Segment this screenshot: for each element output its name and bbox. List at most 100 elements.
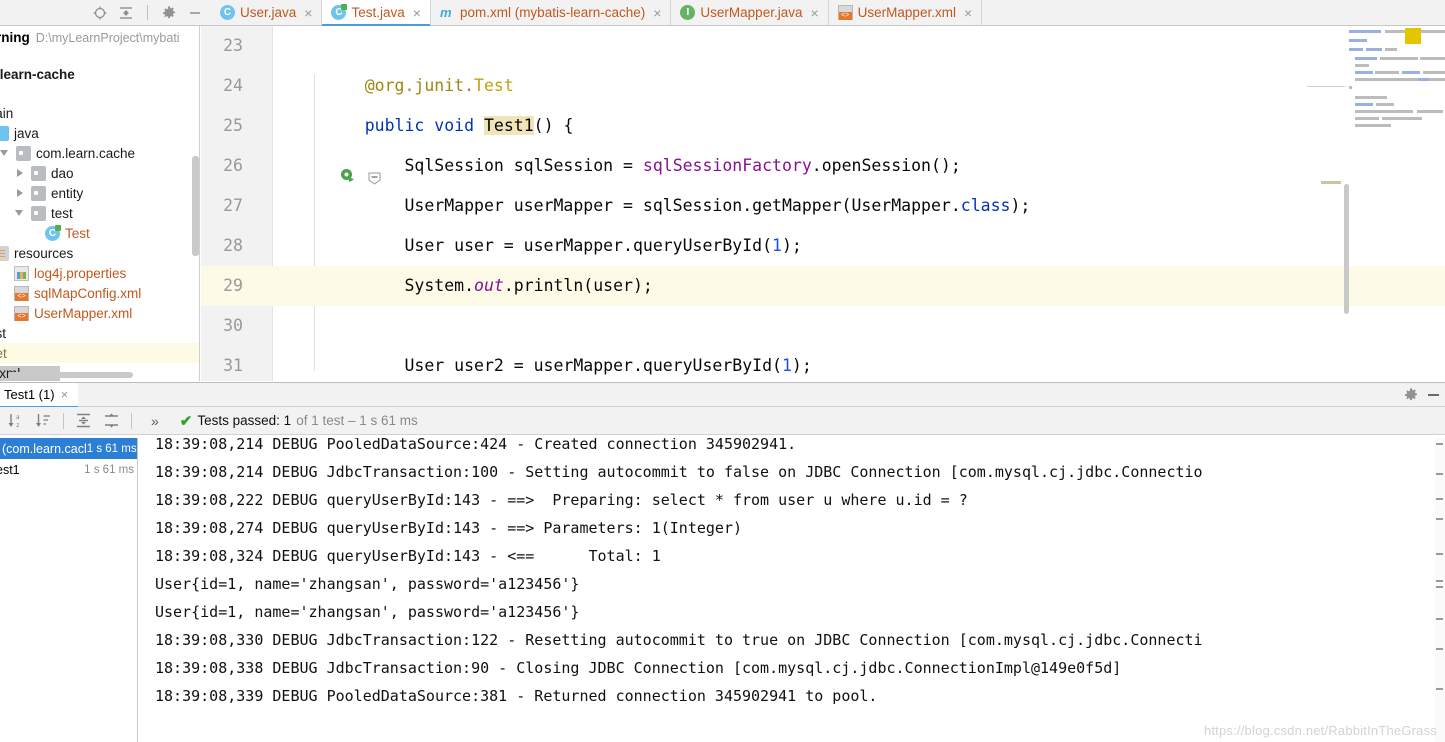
code-line: 28 User user = userMapper.queryUserById(… [201, 226, 1445, 266]
ide-window: C User.java × C Test.java × m pom.xml (m… [0, 0, 1445, 742]
tree-item-resources[interactable]: resources [0, 243, 199, 263]
editor-tab-user-java[interactable]: C User.java × [211, 0, 323, 25]
properties-file-icon [14, 265, 29, 281]
sort-alphabetically-icon[interactable]: az [7, 412, 24, 429]
folder-java-icon [0, 125, 9, 141]
tree-item-log4j-properties[interactable]: log4j.properties [0, 263, 199, 283]
tree-item-test-root[interactable]: est [0, 323, 199, 343]
tree-item-usermapper-xml[interactable]: UserMapper.xml [0, 303, 199, 323]
run-test-icon[interactable] [241, 118, 355, 182]
java-test-class-icon: C [331, 4, 348, 20]
editor-change-marker [1307, 86, 1345, 87]
java-class-icon: C [220, 5, 235, 20]
close-icon[interactable]: × [810, 5, 818, 21]
console-line: 18:39:08,214 DEBUG JdbcTransaction:100 -… [155, 463, 1203, 481]
watermark-text: https://blog.csdn.net/RabbitInTheGrass [1203, 723, 1437, 738]
chevron-right-icon[interactable] [15, 188, 26, 199]
console-output[interactable]: 18:39:07,792 DEBUG JdbcTransaction:136 -… [139, 438, 1445, 742]
console-marker [1436, 553, 1443, 555]
tree-item-com-learn-cache[interactable]: com.learn.cache [0, 143, 199, 163]
project-tree-panel[interactable]: earning D:\myLearnProject\mybati is-lear… [0, 26, 200, 381]
line-number: 30 [223, 316, 243, 335]
sort-by-duration-icon[interactable] [35, 412, 52, 429]
console-line: User{id=1, name='zhangsan', password='a1… [155, 603, 580, 621]
close-icon[interactable]: × [653, 5, 661, 21]
run-tab-test1[interactable]: Test1 (1) × [0, 382, 79, 408]
xml-file-icon [837, 5, 853, 20]
svg-text:z: z [16, 422, 20, 429]
tree-item-label: est [0, 325, 7, 341]
code-text: @org.junit.Test [364, 76, 514, 95]
tree-item-module[interactable]: is-learn-cache [0, 64, 199, 84]
expand-all-icon[interactable] [75, 412, 92, 429]
code-editor[interactable]: 23 24 @org.junit.Test 25 public void Tes… [201, 26, 1445, 381]
project-header: earning D:\myLearnProject\mybati [0, 26, 199, 48]
fold-marker-icon[interactable] [269, 120, 381, 185]
run-tab-bar: Test1 (1) × [0, 382, 1445, 408]
chevron-down-icon[interactable] [15, 208, 26, 219]
tree-item-sqlmapconfig-xml[interactable]: sqlMapConfig.xml [0, 283, 199, 303]
editor-tab-usermapper-java[interactable]: I UserMapper.java × [671, 0, 829, 25]
console-line: 18:39:08,339 DEBUG PooledDataSource:381 … [155, 687, 878, 705]
sidebar-vertical-scrollbar[interactable] [192, 156, 199, 256]
tree-item-dao[interactable]: dao [0, 163, 199, 183]
tab-label: User.java [240, 5, 297, 20]
minimize-icon[interactable] [187, 5, 203, 21]
toolbar-divider [147, 5, 148, 20]
locate-icon[interactable] [92, 5, 108, 21]
tree-item-main[interactable]: main [0, 103, 199, 123]
editor-warning-marker[interactable] [1405, 28, 1421, 44]
test-tree-row[interactable]: est1 1 s 61 ms [0, 459, 137, 480]
console-marker [1436, 688, 1443, 690]
test-results-tree[interactable]: (com.learn.cacl 1 s 61 ms est1 1 s 61 ms [0, 438, 138, 742]
tree-item-test[interactable]: test [0, 203, 199, 223]
tree-item-target[interactable]: get [0, 343, 199, 363]
editor-tab-test-java[interactable]: C Test.java × [322, 0, 431, 26]
console-marker [1436, 580, 1443, 582]
more-chevrons-icon[interactable]: » [151, 413, 159, 429]
console-marker [1436, 586, 1443, 588]
folder-icon [31, 185, 46, 201]
tab-label: UserMapper.java [700, 5, 803, 20]
test-tree-row[interactable]: (com.learn.cacl 1 s 61 ms [0, 438, 137, 459]
chevron-down-icon[interactable] [0, 148, 11, 159]
tree-item-test-class[interactable]: C Test [0, 223, 199, 243]
tree-item-label: entity [51, 185, 84, 201]
toolbar-divider [63, 412, 64, 429]
collapse-all-icon[interactable] [118, 5, 134, 21]
minimize-icon[interactable] [1428, 394, 1439, 396]
code-line: 23 [201, 26, 1445, 66]
folder-icon [31, 165, 46, 181]
editor-tab-pom-xml[interactable]: m pom.xml (mybatis-learn-cache) × [430, 0, 672, 25]
folder-icon [31, 205, 46, 221]
chevron-right-icon[interactable] [15, 168, 26, 179]
tree-item-label: java [14, 125, 39, 141]
code-line-current: 29 System.out.println(user); [201, 266, 1445, 306]
line-number: 27 [223, 196, 243, 215]
code-text: UserMapper userMapper = sqlSession.getMa… [325, 196, 1031, 215]
xml-file-icon [14, 305, 29, 321]
project-toolbar-icons [0, 0, 211, 25]
code-line: 26 SqlSession sqlSession = sqlSessionFac… [201, 146, 1445, 186]
collapse-all-icon[interactable] [103, 412, 120, 429]
gear-icon[interactable] [1403, 387, 1419, 403]
line-number: 29 [223, 276, 243, 295]
code-text: SqlSession sqlSession = sqlSessionFactor… [325, 156, 961, 175]
tree-item-java[interactable]: java [0, 123, 199, 143]
code-text: User user2 = userMapper.queryUserById(1)… [325, 356, 812, 375]
close-icon[interactable]: × [61, 387, 69, 402]
tree-item-entity[interactable]: entity [0, 183, 199, 203]
test-tree-duration: 1 s 61 ms [84, 463, 134, 476]
close-icon[interactable]: × [413, 5, 421, 21]
console-scroll-gutter[interactable] [1435, 438, 1445, 742]
gear-icon[interactable] [161, 5, 177, 21]
code-content[interactable]: 23 24 @org.junit.Test 25 public void Tes… [201, 26, 1445, 381]
editor-vertical-scrollbar[interactable] [1344, 184, 1349, 314]
editor-tab-usermapper-xml[interactable]: UserMapper.xml × [828, 0, 983, 25]
tree-item-label: UserMapper.xml [34, 305, 133, 321]
close-icon[interactable]: × [304, 5, 312, 21]
sidebar-horizontal-scrollbar[interactable] [8, 372, 133, 378]
code-line: 30 [201, 306, 1445, 346]
tree-item-label: log4j.properties [34, 265, 127, 281]
close-icon[interactable]: × [964, 5, 972, 21]
